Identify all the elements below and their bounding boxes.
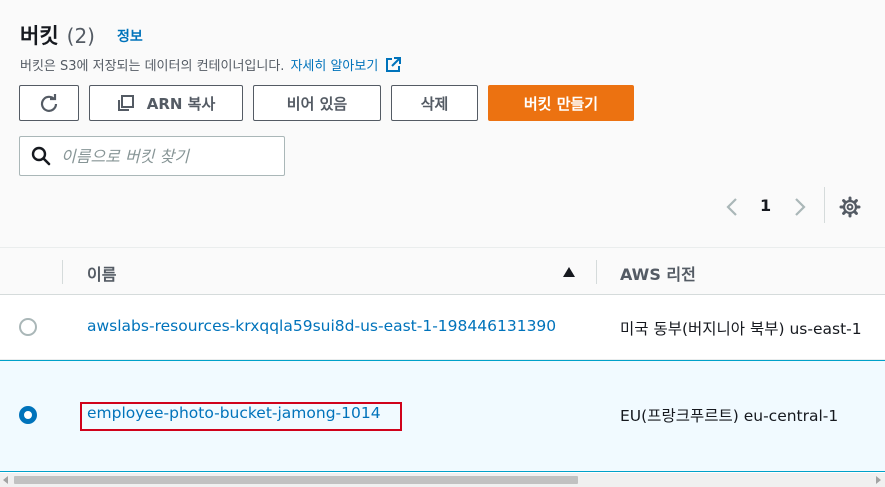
refresh-button[interactable] xyxy=(19,85,79,121)
table-row[interactable]: awslabs-resources-krxqqla59sui8d-us-east… xyxy=(0,296,885,360)
chevron-left-icon[interactable] xyxy=(722,195,742,219)
copy-arn-button[interactable]: ARN 복사 xyxy=(89,85,243,121)
scrollbar-thumb[interactable] xyxy=(14,476,578,484)
copy-icon xyxy=(117,95,134,111)
search-input[interactable] xyxy=(61,146,281,166)
delete-label: 삭제 xyxy=(420,94,449,113)
bucket-region: EU(프랑크푸르트) eu-central-1 xyxy=(620,407,839,425)
row-select-radio-checked[interactable] xyxy=(19,406,37,424)
empty-button[interactable]: 비어 있음 xyxy=(253,85,381,121)
scroll-left-icon[interactable] xyxy=(2,476,10,484)
page-description: 버킷은 S3에 저장되는 데이터의 컨테이너입니다. 자세히 알아보기 xyxy=(20,55,402,74)
create-bucket-button[interactable]: 버킷 만들기 xyxy=(488,85,634,121)
bucket-count: (2) xyxy=(66,24,95,48)
buckets-panel: 버킷 (2) 정보 버킷은 S3에 저장되는 데이터의 컨테이너입니다. 자세히… xyxy=(0,0,885,247)
pager-divider xyxy=(824,187,825,223)
page-header: 버킷 (2) 정보 xyxy=(20,20,143,50)
column-divider xyxy=(596,260,597,284)
current-page[interactable]: 1 xyxy=(760,196,771,215)
external-link-icon[interactable] xyxy=(384,56,402,74)
page-title: 버킷 xyxy=(20,24,59,48)
chevron-right-icon[interactable] xyxy=(790,195,810,219)
bucket-name-link[interactable]: awslabs-resources-krxqqla59sui8d-us-east… xyxy=(87,317,556,335)
refresh-icon xyxy=(40,94,58,112)
column-header-name[interactable]: 이름 xyxy=(87,261,116,285)
empty-label: 비어 있음 xyxy=(286,94,348,113)
search-icon xyxy=(31,146,51,166)
description-text: 버킷은 S3에 저장되는 데이터의 컨테이너입니다. xyxy=(20,59,285,74)
column-header-region[interactable]: AWS 리전 xyxy=(620,261,696,285)
scroll-right-icon[interactable] xyxy=(874,476,882,484)
delete-button[interactable]: 삭제 xyxy=(391,85,478,121)
horizontal-scrollbar[interactable] xyxy=(0,473,885,487)
column-divider xyxy=(62,260,63,284)
create-bucket-label: 버킷 만들기 xyxy=(523,94,599,113)
table-row-selected[interactable]: employee-photo-bucket-jamong-1014 EU(프랑크… xyxy=(0,360,885,472)
gear-icon[interactable] xyxy=(839,196,861,218)
highlight-annotation-box xyxy=(80,402,402,431)
learn-more-link[interactable]: 자세히 알아보기 xyxy=(290,55,378,74)
info-link[interactable]: 정보 xyxy=(117,26,143,46)
bucket-region: 미국 동부(버지니아 북부) us-east-1 xyxy=(620,320,862,338)
sort-ascending-icon[interactable] xyxy=(562,266,576,278)
table-header: 이름 AWS 리전 xyxy=(0,247,885,295)
bucket-search xyxy=(19,136,285,176)
row-select-radio[interactable] xyxy=(19,318,37,336)
copy-arn-label: ARN 복사 xyxy=(146,94,216,113)
